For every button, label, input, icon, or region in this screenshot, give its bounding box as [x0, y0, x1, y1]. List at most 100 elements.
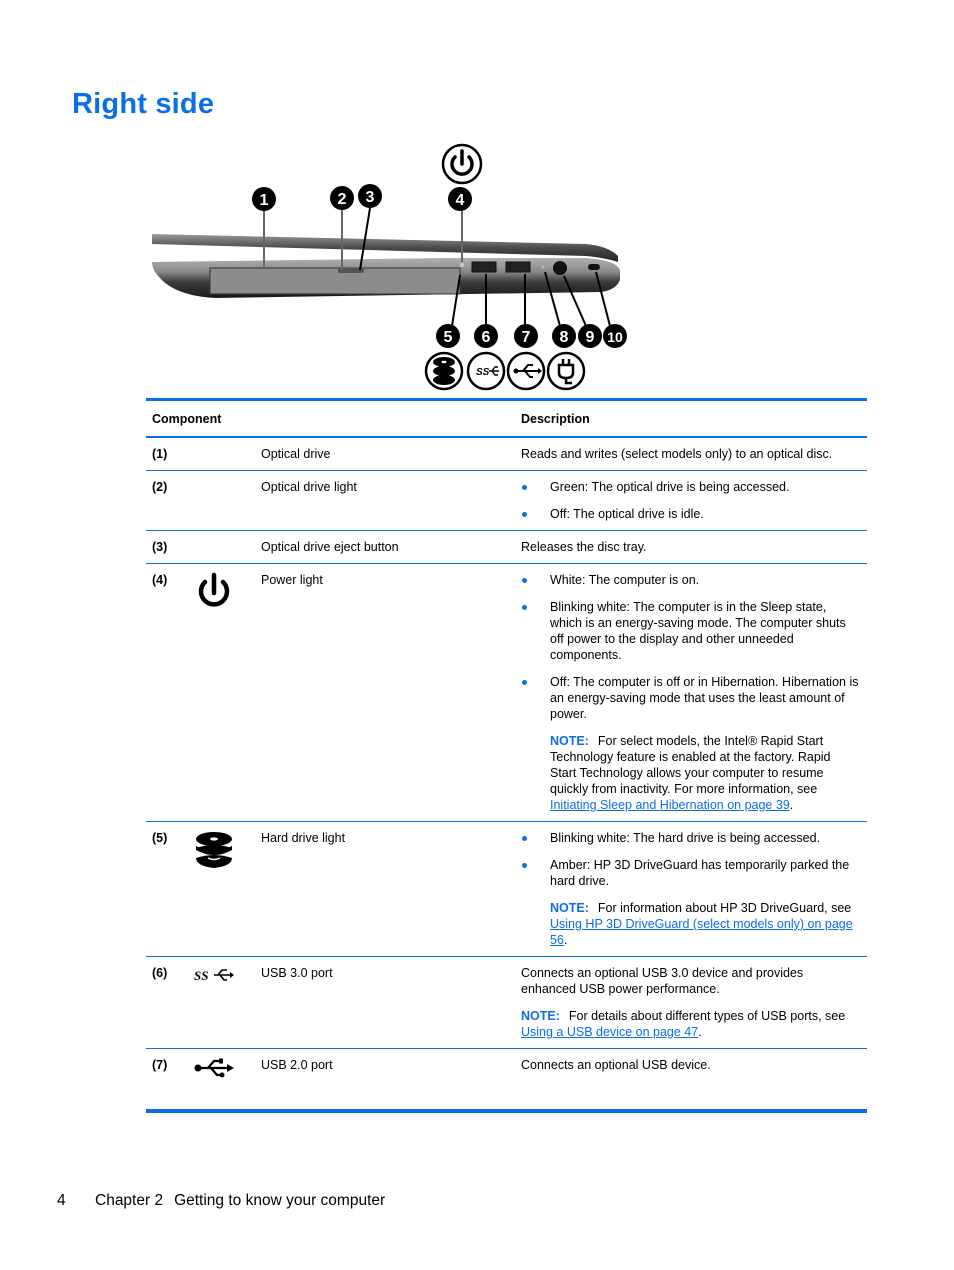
optical-drive [209, 267, 461, 295]
component-description: Reads and writes (select models only) to… [521, 447, 833, 461]
table-row: (3) Optical drive eject button Releases … [146, 531, 867, 564]
callout-4: 4 [448, 187, 472, 211]
table-row: (1) Optical drive Reads and writes (sele… [146, 437, 867, 471]
component-number: (5) [152, 831, 168, 845]
svg-text:8: 8 [560, 329, 569, 346]
list-item: Blinking white: The hard drive is being … [521, 830, 859, 846]
list-item: White: The computer is on. [521, 572, 859, 588]
callout-2: 2 [330, 186, 354, 210]
component-number: (1) [152, 447, 168, 461]
components-table: Component Description (1) Optical drive … [146, 398, 867, 1113]
bullet-icon [522, 512, 527, 517]
column-header-description: Description [521, 412, 590, 426]
component-description: Blinking white: The hard drive is being … [515, 822, 867, 957]
laptop-lid [152, 234, 618, 262]
power-connector [553, 261, 567, 275]
svg-text:3: 3 [366, 189, 375, 206]
svg-text:2: 2 [338, 191, 347, 208]
list-item: Blinking white: The computer is in the S… [521, 599, 859, 663]
table-row: (5) Hard drive light Blinking white: The… [146, 822, 867, 957]
link-hp-3d-driveguard[interactable]: Using HP 3D DriveGuard (select models on… [550, 917, 853, 947]
component-description: Green: The optical drive is being access… [515, 471, 867, 531]
component-name: Optical drive [261, 447, 331, 461]
component-name: Hard drive light [261, 831, 346, 845]
page-footer: 4 Chapter 2 Getting to know your computer [57, 1192, 385, 1210]
callout-5: 5 [436, 324, 460, 348]
power-icon [198, 572, 230, 607]
page-number: 4 [57, 1192, 66, 1209]
usb-icon [194, 1058, 234, 1078]
list-item: Off: The computer is off or in Hibernati… [521, 674, 859, 722]
component-description: Releases the disc tray. [521, 540, 647, 554]
list-item: Green: The optical drive is being access… [521, 479, 859, 495]
note: NOTE: For details about different types o… [521, 1009, 846, 1039]
power-icon [441, 143, 483, 185]
bullet-icon [522, 863, 527, 868]
note: NOTE: For select models, the Intel® Rapid… [550, 734, 831, 812]
svg-text:10: 10 [607, 329, 623, 345]
component-number: (2) [152, 480, 168, 494]
component-name: Optical drive eject button [261, 540, 399, 554]
callout-10: 10 [603, 324, 627, 348]
component-name: Power light [261, 573, 323, 587]
svg-text:SS: SS [194, 968, 208, 983]
callout-6: 6 [474, 324, 498, 348]
laptop-right-side-illustration: 1 2 3 4 5 6 7 8 9 10 SS [152, 143, 627, 391]
security-cable-slot [588, 264, 600, 270]
component-name: USB 2.0 port [261, 1058, 333, 1072]
link-using-usb-device[interactable]: Using a USB device on page 47 [521, 1025, 698, 1039]
bullet-icon [522, 578, 527, 583]
bullet-icon [522, 605, 527, 610]
svg-text:9: 9 [586, 329, 595, 346]
svg-text:6: 6 [482, 329, 491, 346]
hard-drive-icon [196, 832, 232, 868]
ac-adapter-light [541, 265, 545, 269]
bullet-icon [522, 680, 527, 685]
bullet-icon [522, 485, 527, 490]
component-description: Connects an optional USB device. [521, 1058, 711, 1072]
usb-3-ss-icon: SS [466, 351, 506, 391]
component-number: (3) [152, 540, 168, 554]
link-sleep-hibernation[interactable]: Initiating Sleep and Hibernation on page… [550, 798, 790, 812]
component-name: Optical drive light [261, 480, 357, 494]
callout-3: 3 [358, 184, 382, 208]
usb-icon [506, 351, 546, 391]
component-description: Connects an optional USB 3.0 device and … [515, 957, 867, 1049]
svg-text:SS: SS [476, 367, 490, 378]
component-number: (6) [152, 966, 168, 980]
usb-2-port [505, 261, 531, 273]
component-name: USB 3.0 port [261, 966, 333, 980]
list-item: Off: The optical drive is idle. [521, 506, 859, 522]
chapter-label: Chapter 2 [95, 1192, 164, 1209]
hard-drive-icon [424, 351, 464, 391]
svg-text:5: 5 [444, 329, 453, 346]
table-row: (4) Power light White: The computer is o… [146, 564, 867, 822]
power-light [460, 263, 464, 267]
callout-1: 1 [252, 187, 276, 211]
svg-text:1: 1 [260, 192, 269, 209]
page-title: Right side [72, 88, 215, 120]
note-label: NOTE: [521, 1009, 560, 1023]
column-header-component: Component [152, 412, 222, 426]
chapter-title: Getting to know your computer [174, 1192, 386, 1209]
callout-9: 9 [578, 324, 602, 348]
component-number: (7) [152, 1058, 168, 1072]
svg-text:4: 4 [456, 192, 465, 209]
list-item: Amber: HP 3D DriveGuard has temporarily … [521, 857, 859, 889]
bullet-icon [522, 836, 527, 841]
callout-7: 7 [514, 324, 538, 348]
svg-text:7: 7 [522, 329, 531, 346]
table-row: (2) Optical drive light Green: The optic… [146, 471, 867, 531]
table-header-row: Component Description [146, 399, 867, 437]
component-number: (4) [152, 573, 168, 587]
callout-8: 8 [552, 324, 576, 348]
component-description: White: The computer is on. Blinking whit… [515, 564, 867, 822]
usb-3-ss-icon: SS [194, 968, 234, 983]
table-row: (6) SS USB 3.0 port Connects an optional… [146, 957, 867, 1049]
note-label: NOTE: [550, 734, 589, 748]
note-label: NOTE: [550, 901, 589, 915]
note: NOTE: For information about HP 3D DriveGu… [550, 901, 853, 947]
table-row: (7) USB 2.0 port Connects an optional US… [146, 1049, 867, 1111]
usb-3-port [471, 261, 497, 273]
power-plug-icon [546, 351, 586, 391]
